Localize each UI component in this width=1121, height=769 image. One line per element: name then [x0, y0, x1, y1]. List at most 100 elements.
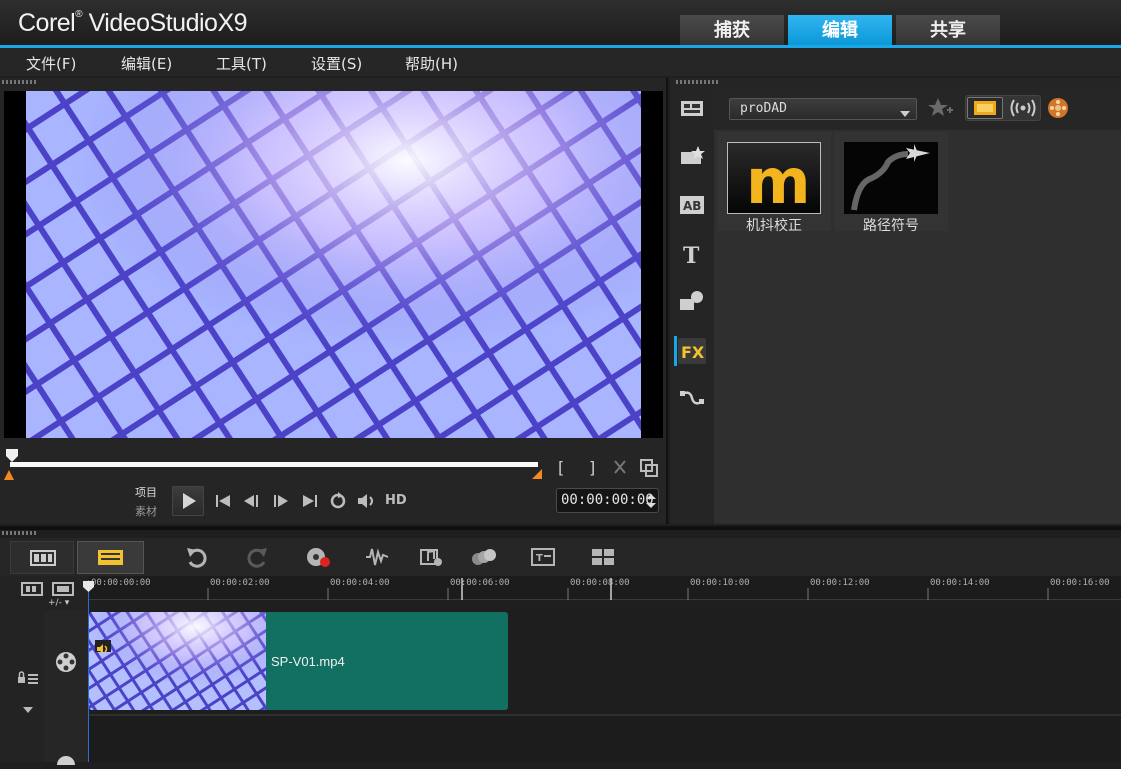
timeline-view-button[interactable]: [77, 541, 144, 574]
filter-fx-icon[interactable]: FX: [678, 338, 706, 364]
path-symbol-thumbnail: [844, 142, 938, 214]
zoom-control[interactable]: +/- ▾: [48, 598, 69, 608]
library-grip[interactable]: [676, 80, 720, 84]
svg-text:T: T: [536, 553, 543, 564]
overlay-track[interactable]: [88, 716, 1121, 762]
storyboard-view-button[interactable]: [10, 541, 74, 574]
video-track-icon[interactable]: [54, 650, 78, 674]
playhead-handle[interactable]: [83, 578, 94, 592]
video-filter-toggle-icon[interactable]: [967, 97, 1003, 119]
lock-track-icon[interactable]: [16, 670, 40, 686]
panel-grip[interactable]: [2, 80, 36, 84]
mark-out-button[interactable]: ]: [589, 458, 595, 477]
timecode-stepper-icon[interactable]: [645, 491, 657, 511]
ruler-tick-label: 00:00:14:00: [930, 578, 990, 588]
volume-icon[interactable]: [356, 492, 378, 510]
tab-edit[interactable]: 编辑: [788, 15, 892, 46]
timeline-divider[interactable]: [0, 526, 1121, 530]
chapter-point-icon[interactable]: [52, 581, 74, 597]
app-logo: Corel® VideoStudioX9: [18, 9, 248, 37]
svg-text:FX: FX: [681, 343, 705, 362]
menu-help[interactable]: 帮助(H): [405, 53, 458, 74]
ruler-tick-label: 00:00:04:00: [330, 578, 390, 588]
repeat-icon[interactable]: [329, 492, 347, 510]
library-item-caption: 路径符号: [863, 218, 919, 234]
menu-edit[interactable]: 编辑(E): [121, 53, 172, 74]
active-category-indicator: [674, 336, 677, 366]
multi-camera-icon[interactable]: [590, 546, 616, 568]
tab-share[interactable]: 共享: [896, 15, 1000, 46]
end-icon[interactable]: [301, 493, 319, 509]
hd-preview-toggle[interactable]: HD: [385, 494, 407, 507]
mercalli-thumbnail: m: [727, 142, 821, 218]
clip-audio-icon: [95, 640, 111, 654]
auto-music-icon[interactable]: [418, 546, 444, 568]
previous-frame-icon[interactable]: [242, 493, 262, 509]
play-icon: [183, 493, 196, 509]
subtitle-editor-icon[interactable]: T: [530, 546, 556, 568]
play-button[interactable]: [172, 486, 204, 516]
graphic-icon[interactable]: [678, 289, 706, 315]
preview-frame-image: [4, 91, 663, 438]
scrubber-bar[interactable]: [10, 462, 538, 467]
video-track-header: [44, 610, 88, 762]
library-item[interactable]: m 机抖校正: [717, 132, 831, 234]
ruler-tick-label: 00:00:12:00: [810, 578, 870, 588]
menu-tools[interactable]: 工具(T): [216, 53, 267, 74]
clip-name: SP-V01.mp4: [271, 654, 345, 669]
record-capture-icon[interactable]: [305, 546, 331, 568]
title-bar: Corel® VideoStudioX9 捕获 编辑 共享: [0, 0, 1121, 46]
timeline-toolbar: [0, 538, 1121, 576]
instant-project-icon[interactable]: [678, 144, 706, 170]
timeline-grip[interactable]: [2, 531, 36, 535]
film-reel-icon[interactable]: [1046, 96, 1070, 120]
title-icon[interactable]: T: [678, 242, 706, 269]
timeline-view-icon: [98, 550, 123, 565]
media-library-icon[interactable]: [678, 96, 706, 122]
clip-thumbnail: [89, 612, 266, 710]
playhead[interactable]: [88, 580, 89, 762]
redo-icon[interactable]: [244, 546, 270, 568]
clip-mode-label[interactable]: 素材: [135, 503, 157, 519]
expand-tracks-icon[interactable]: [22, 700, 34, 713]
ruler-tick-label: 00:00:08:00: [570, 578, 630, 588]
project-mode-label[interactable]: 项目: [135, 484, 157, 500]
library-item[interactable]: 路径符号: [834, 132, 948, 234]
timecode-value: 00:00:00:00: [561, 492, 654, 508]
cut-icon[interactable]: [612, 459, 628, 475]
ruler-tick-label: 00:00:06:00: [450, 578, 510, 588]
mark-in-button[interactable]: [: [558, 458, 564, 477]
path-icon[interactable]: [678, 386, 706, 412]
ruler-tick-label: 00:00:02:00: [210, 578, 270, 588]
ruler-tick-label: 00:00:16:00: [1050, 578, 1110, 588]
timecode-field[interactable]: 00:00:00:00: [556, 488, 659, 513]
menu-settings[interactable]: 设置(S): [311, 53, 362, 74]
ruler-tick-label: 00:00:00:00: [91, 578, 151, 588]
sound-mixer-icon[interactable]: [364, 546, 390, 568]
timeline-ruler[interactable]: 00:00:00:00 00:00:02:00 00:00:04:00 00:0…: [88, 576, 1121, 600]
trim-end-marker[interactable]: [532, 465, 542, 479]
motion-tracking-icon[interactable]: [470, 546, 496, 568]
undo-icon[interactable]: [184, 546, 210, 568]
svg-text:AB: AB: [683, 199, 701, 213]
scrubber-handle[interactable]: [6, 448, 18, 462]
menu-bar: 文件(F) 编辑(E) 工具(T) 设置(S) 帮助(H): [0, 48, 1121, 76]
overlay-track-icon[interactable]: [54, 750, 78, 769]
video-preview: [4, 91, 663, 438]
category-value: proDAD: [740, 101, 787, 116]
add-to-favorites-icon[interactable]: [928, 96, 954, 120]
category-dropdown[interactable]: proDAD: [729, 98, 917, 120]
trim-start-marker[interactable]: [4, 465, 14, 480]
transition-icon[interactable]: AB: [678, 193, 706, 219]
svg-text:T: T: [683, 243, 700, 266]
chevron-down-icon: [900, 105, 910, 117]
tab-capture[interactable]: 捕获: [680, 15, 784, 46]
next-frame-icon[interactable]: [271, 493, 291, 509]
enlarge-preview-icon[interactable]: [640, 459, 658, 477]
svg-text:m: m: [746, 145, 811, 213]
track-manager-icon[interactable]: [21, 581, 43, 597]
audio-filter-toggle-icon[interactable]: [1007, 97, 1039, 119]
menu-file[interactable]: 文件(F): [26, 53, 76, 74]
storyboard-icon: [30, 550, 56, 566]
home-icon[interactable]: [214, 493, 232, 509]
